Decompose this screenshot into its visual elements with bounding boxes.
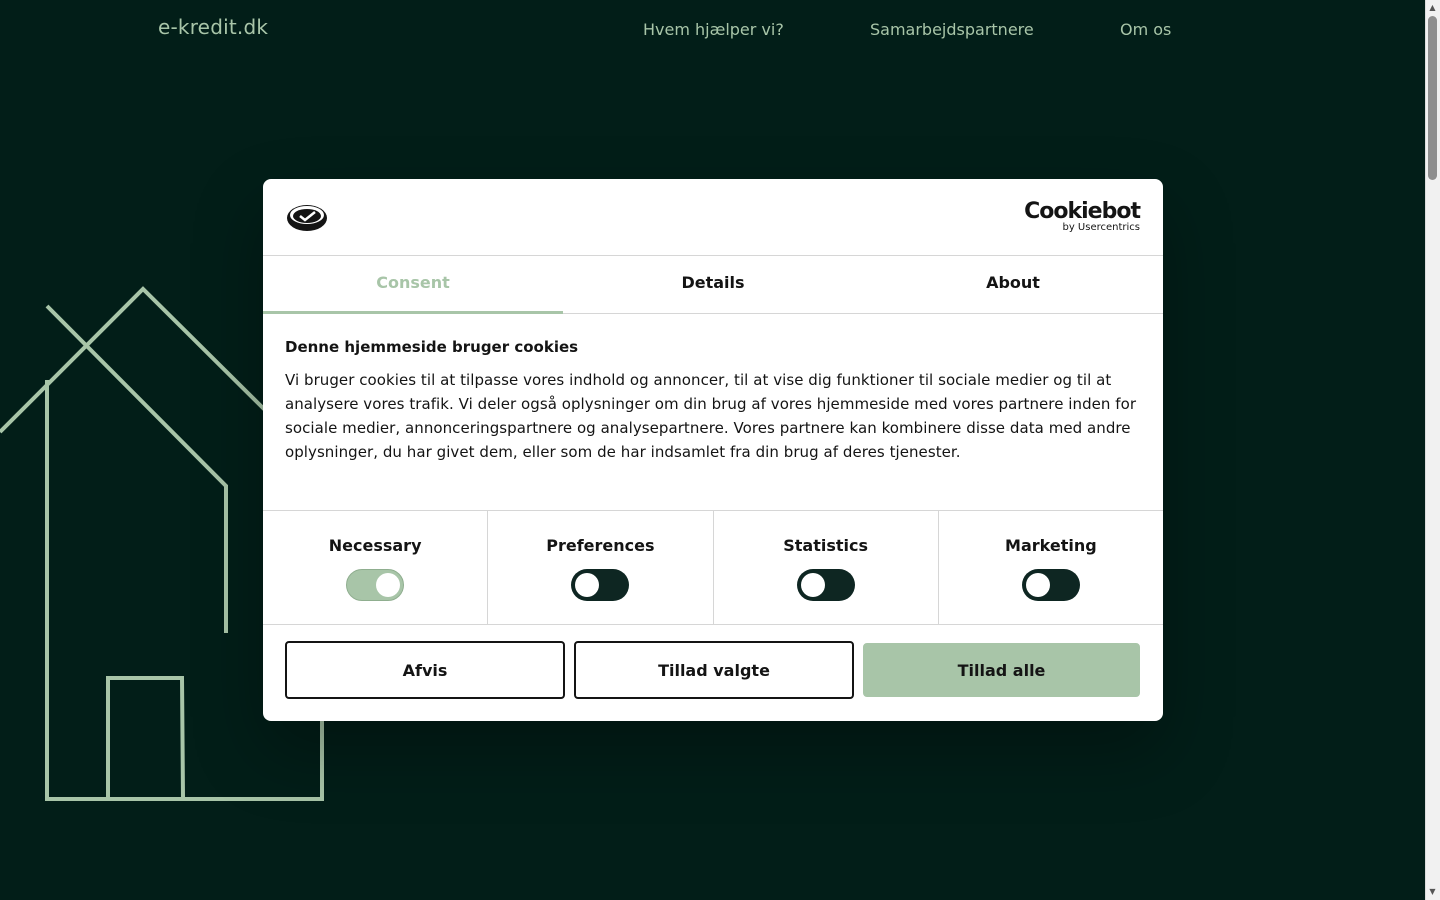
toggle-knob	[376, 573, 401, 597]
page-scrollbar[interactable]: ▲ ▼	[1425, 0, 1440, 900]
pill-check-icon	[287, 205, 327, 231]
dialog-header: Cookiebot by Usercentrics	[263, 179, 1163, 256]
toggle-label-necessary: Necessary	[328, 536, 422, 555]
toggle-cell-marketing: Marketing	[939, 511, 1163, 624]
statistics-toggle[interactable]	[796, 569, 855, 601]
cookiebot-wordmark: Cookiebot	[1024, 199, 1141, 224]
site-header: e-kredit.dk Hvem hjælper vi? Samarbejdsp…	[0, 0, 1425, 58]
marketing-toggle[interactable]	[1021, 569, 1080, 601]
toggle-cell-statistics: Statistics	[714, 511, 939, 624]
toggle-cell-preferences: Preferences	[488, 511, 714, 624]
allow-all-button[interactable]: Tillad alle	[863, 643, 1140, 697]
dialog-tabs: Consent Details About	[263, 256, 1163, 314]
toggle-label-preferences: Preferences	[546, 536, 655, 555]
toggle-knob	[800, 573, 825, 597]
consent-text: Vi bruger cookies til at tilpasse vores …	[285, 371, 1137, 461]
nav-link-om-os[interactable]: Om os	[1120, 20, 1171, 39]
toggle-cell-necessary: Necessary	[263, 511, 489, 624]
consent-buttons: Afvis Tillad valgte Tillad alle	[263, 625, 1163, 699]
cookie-category-toggles: Necessary Preferences Statistics Marketi…	[263, 511, 1163, 625]
toggle-knob	[575, 573, 600, 597]
tab-consent[interactable]: Consent	[263, 256, 563, 314]
preferences-toggle[interactable]	[571, 569, 630, 601]
cookiebot-logo: Cookiebot by Usercentrics	[1024, 199, 1141, 233]
nav-link-samarbejdspartnere[interactable]: Samarbejdspartnere	[870, 20, 1034, 39]
tab-about[interactable]: About	[863, 256, 1163, 313]
nav-link-hvem-hjaelper-vi[interactable]: Hvem hjælper vi?	[643, 20, 784, 39]
toggle-label-marketing: Marketing	[1005, 536, 1097, 555]
allow-selected-button[interactable]: Tillad valgte	[574, 641, 854, 699]
toggle-knob	[1025, 573, 1050, 597]
toggle-label-statistics: Statistics	[783, 536, 868, 555]
tab-details[interactable]: Details	[563, 256, 863, 313]
consent-body: Denne hjemmeside bruger cookies Vi bruge…	[263, 314, 1163, 511]
scrollbar-thumb[interactable]	[1428, 16, 1437, 180]
deny-button[interactable]: Afvis	[285, 641, 565, 699]
cookie-consent-dialog: Cookiebot by Usercentrics Consent Detail…	[263, 179, 1163, 721]
scroll-up-icon[interactable]: ▲	[1428, 3, 1437, 13]
cookiebot-byline: by Usercentrics	[1062, 222, 1140, 233]
site-logo[interactable]: e-kredit.dk	[158, 15, 268, 39]
scroll-down-icon[interactable]: ▼	[1428, 887, 1437, 897]
consent-title: Denne hjemmeside bruger cookies	[285, 338, 579, 356]
necessary-toggle	[346, 569, 405, 601]
